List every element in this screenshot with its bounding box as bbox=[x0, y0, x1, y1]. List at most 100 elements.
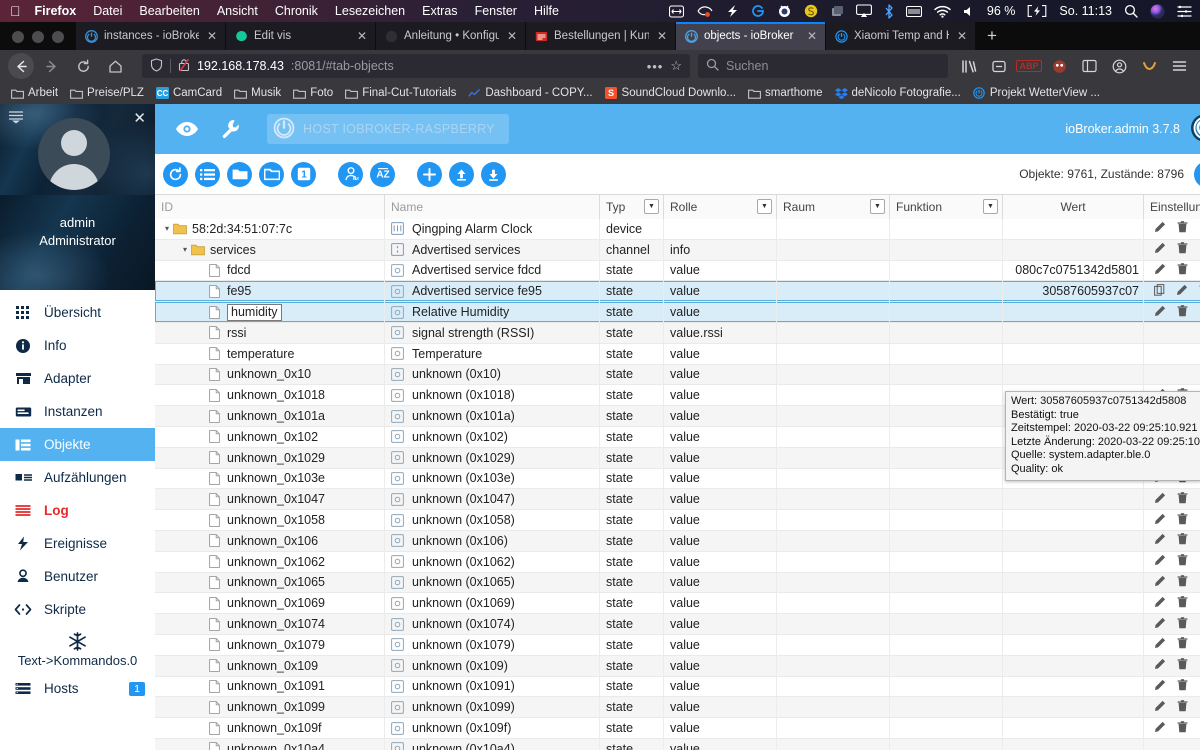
menu-datei[interactable]: Datei bbox=[93, 4, 122, 18]
column-header-name[interactable]: Name bbox=[385, 195, 600, 219]
column-header-raum[interactable]: Raum ▼ bbox=[777, 195, 890, 219]
trash-icon[interactable] bbox=[1177, 595, 1188, 611]
cell-raum[interactable] bbox=[777, 655, 890, 676]
cell-name[interactable]: unknown (0x10a4) bbox=[385, 738, 600, 750]
sidebar-item-adapter[interactable]: Adapter bbox=[0, 362, 155, 395]
bookmark-musik[interactable]: Musik bbox=[229, 85, 286, 102]
bookmark-dashboard[interactable]: Dashboard - COPY... bbox=[463, 85, 597, 102]
table-row[interactable]: unknown_0x10a4 unknown (0x10a4) state value bbox=[155, 738, 1200, 750]
cell-wert[interactable] bbox=[1003, 634, 1144, 655]
battery-charging-icon[interactable] bbox=[1027, 5, 1047, 17]
cell-name[interactable]: unknown (0x109) bbox=[385, 655, 600, 676]
cell-funktion[interactable] bbox=[890, 468, 1003, 489]
cell-raum[interactable] bbox=[777, 260, 890, 281]
cell-funktion[interactable] bbox=[890, 510, 1003, 530]
cell-typ[interactable]: state bbox=[600, 489, 664, 510]
cell-name[interactable]: unknown (0x1091) bbox=[385, 676, 600, 697]
cell-name[interactable]: unknown (0x103e) bbox=[385, 468, 600, 489]
pocket-icon[interactable] bbox=[1136, 54, 1162, 78]
cell-funktion[interactable] bbox=[890, 572, 1003, 593]
cell-wert[interactable] bbox=[1003, 343, 1144, 364]
maximize-window-button[interactable] bbox=[52, 31, 64, 43]
host-selector[interactable]: HOST IOBROKER-RASPBERRY bbox=[267, 114, 509, 144]
cell-raum[interactable] bbox=[777, 302, 890, 322]
close-icon[interactable]: ✕ bbox=[505, 29, 519, 43]
airplay-icon[interactable] bbox=[855, 4, 872, 18]
cell-typ[interactable]: state bbox=[600, 260, 664, 281]
cell-id[interactable]: unknown_0x1069 bbox=[155, 593, 385, 614]
wifi-icon[interactable] bbox=[934, 5, 951, 18]
cell-typ[interactable]: state bbox=[600, 364, 664, 385]
cell-id[interactable]: unknown_0x1018 bbox=[155, 385, 385, 406]
sidebar-item-info[interactable]: Info bbox=[0, 329, 155, 362]
cell-wert[interactable] bbox=[1003, 364, 1144, 385]
pencil-icon[interactable] bbox=[1154, 721, 1166, 736]
cell-name[interactable]: unknown (0x1065) bbox=[385, 572, 600, 593]
cell-raum[interactable] bbox=[777, 572, 890, 593]
cell-raum[interactable] bbox=[777, 530, 890, 551]
cell-funktion[interactable] bbox=[890, 281, 1003, 302]
cell-id[interactable]: unknown_0x106 bbox=[155, 530, 385, 551]
cell-id[interactable]: ▾ services bbox=[155, 239, 385, 260]
cell-id[interactable]: ▾ 58:2d:34:51:07:7c bbox=[155, 219, 385, 239]
cell-funktion[interactable] bbox=[890, 530, 1003, 551]
cell-raum[interactable] bbox=[777, 738, 890, 750]
cell-funktion[interactable] bbox=[890, 551, 1003, 572]
pencil-icon[interactable] bbox=[1154, 263, 1166, 278]
pencil-icon[interactable] bbox=[1154, 221, 1166, 236]
cell-id[interactable]: fe95 bbox=[155, 281, 385, 302]
cell-typ[interactable]: state bbox=[600, 697, 664, 718]
sidebar-item-log[interactable]: Log bbox=[0, 494, 155, 527]
pencil-icon[interactable] bbox=[1154, 700, 1166, 715]
cell-typ[interactable]: channel bbox=[600, 239, 664, 260]
cell-rolle[interactable]: value bbox=[664, 385, 777, 406]
expand-caret-icon[interactable]: ▾ bbox=[161, 224, 173, 233]
table-row[interactable]: unknown_0x1058 unknown (0x1058) state value bbox=[155, 510, 1200, 531]
cell-raum[interactable] bbox=[777, 385, 890, 406]
minimize-window-button[interactable] bbox=[32, 31, 44, 43]
cell-name[interactable]: unknown (0x101a) bbox=[385, 406, 600, 426]
browser-tab-instances[interactable]: instances - ioBroker ✕ bbox=[76, 22, 226, 50]
cell-raum[interactable] bbox=[777, 489, 890, 510]
cell-funktion[interactable] bbox=[890, 385, 1003, 406]
url-bar[interactable]: 192.168.178.43 :8081/#tab-objects ••• ☆ bbox=[142, 54, 690, 78]
table-row[interactable]: unknown_0x1099 unknown (0x1099) state value bbox=[155, 697, 1200, 719]
cell-rolle[interactable]: value bbox=[664, 260, 777, 281]
table-row[interactable]: unknown_0x1047 unknown (0x1047) state value bbox=[155, 489, 1200, 511]
cell-id[interactable]: unknown_0x1029 bbox=[155, 447, 385, 468]
cell-name[interactable]: unknown (0x106) bbox=[385, 530, 600, 551]
cell-wert[interactable] bbox=[1003, 572, 1144, 593]
cell-name[interactable]: signal strength (RSSI) bbox=[385, 322, 600, 343]
column-header-funktion[interactable]: Funktion ▼ bbox=[890, 195, 1003, 219]
bookmark-denicolo-fotografie[interactable]: deNicolo Fotografie... bbox=[830, 85, 966, 102]
expand-caret-icon[interactable]: ▾ bbox=[179, 245, 191, 254]
cell-raum[interactable] bbox=[777, 718, 890, 738]
cell-funktion[interactable] bbox=[890, 697, 1003, 718]
trash-icon[interactable] bbox=[1177, 554, 1188, 569]
trash-icon[interactable] bbox=[1177, 720, 1188, 736]
cell-wert[interactable] bbox=[1003, 239, 1144, 260]
cell-name[interactable]: Advertised service fdcd bbox=[385, 260, 600, 281]
bag-icon[interactable] bbox=[830, 4, 844, 18]
column-header-id[interactable]: ID bbox=[155, 195, 385, 219]
cell-raum[interactable] bbox=[777, 343, 890, 364]
trash-icon[interactable] bbox=[1177, 616, 1188, 632]
menu-chronik[interactable]: Chronik bbox=[275, 4, 318, 18]
trash-icon[interactable] bbox=[1177, 533, 1188, 548]
cell-typ[interactable]: state bbox=[600, 385, 664, 406]
pencil-icon[interactable] bbox=[1154, 533, 1166, 548]
cell-typ[interactable]: state bbox=[600, 676, 664, 697]
trash-icon[interactable] bbox=[1177, 512, 1188, 528]
browser-tab-anleitung[interactable]: Anleitung • Konfiguration · in ✕ bbox=[376, 22, 526, 50]
sidebar-item-instanzen[interactable]: Instanzen bbox=[0, 395, 155, 428]
cell-typ[interactable]: state bbox=[600, 302, 664, 322]
refresh-button[interactable] bbox=[163, 161, 188, 187]
cell-raum[interactable] bbox=[777, 364, 890, 385]
cell-typ[interactable]: device bbox=[600, 219, 664, 239]
cell-typ[interactable]: state bbox=[600, 593, 664, 614]
cell-wert[interactable] bbox=[1003, 510, 1144, 530]
add-object-button[interactable] bbox=[417, 161, 442, 187]
cell-id[interactable]: unknown_0x103e bbox=[155, 468, 385, 489]
cell-id[interactable]: unknown_0x1058 bbox=[155, 510, 385, 530]
menu-lesezeichen[interactable]: Lesezeichen bbox=[335, 4, 405, 18]
